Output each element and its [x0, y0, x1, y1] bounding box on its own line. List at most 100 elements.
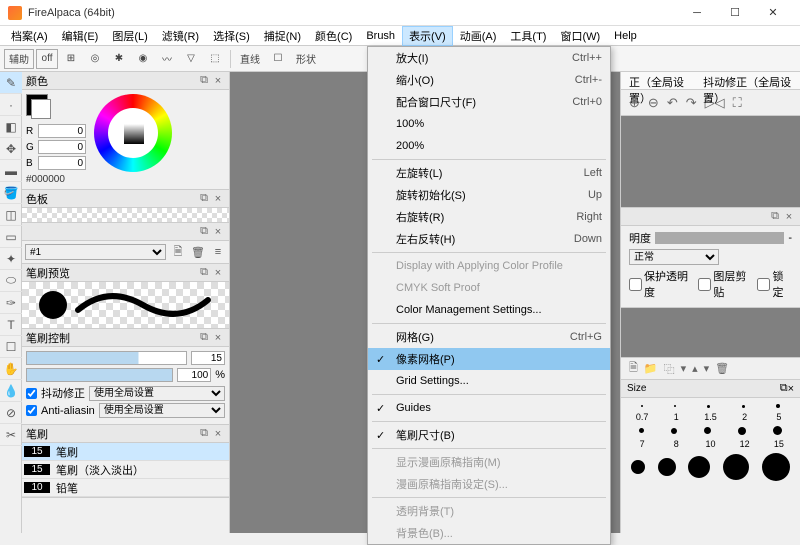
fill-tool-icon[interactable]: ▬	[0, 160, 22, 182]
menu-tool[interactable]: 工具(T)	[503, 26, 553, 46]
size-dot[interactable]	[707, 405, 710, 408]
zoom-in-icon[interactable]: ⊕	[629, 95, 640, 111]
minimize-button[interactable]: ─	[678, 0, 716, 26]
menu-item[interactable]: ✓Guides	[368, 397, 610, 419]
rotate-left-icon[interactable]: ↶	[667, 95, 678, 111]
menu-edit[interactable]: 编辑(E)	[55, 26, 106, 46]
menu-item[interactable]: ✓像素网格(P)	[368, 348, 610, 370]
move-tool-icon[interactable]: ✥	[0, 138, 22, 160]
opacity-slider[interactable]	[26, 368, 173, 382]
panel-close-icon[interactable]: ×	[782, 211, 796, 223]
tb-curve-icon[interactable]: 〰	[156, 49, 178, 69]
menu-anim[interactable]: 动画(A)	[453, 26, 504, 46]
nav-select[interactable]: #1	[25, 244, 166, 260]
panel-close-icon[interactable]: ×	[211, 332, 225, 344]
size-dot[interactable]	[688, 456, 710, 478]
new-layer-icon[interactable]: 🗎	[629, 359, 638, 378]
menu-layer[interactable]: 图层(L)	[105, 26, 154, 46]
lock-check[interactable]	[757, 278, 770, 291]
menu-filter[interactable]: 滤镜(R)	[155, 26, 206, 46]
palette-area[interactable]	[22, 208, 229, 222]
menu-file[interactable]: 档案(A)	[4, 26, 55, 46]
fit-icon[interactable]: ⛶	[733, 95, 742, 111]
down-icon[interactable]: ▾	[704, 362, 710, 375]
size-dot[interactable]	[723, 454, 749, 480]
maximize-button[interactable]: ☐	[716, 0, 754, 26]
select-lasso-tool-icon[interactable]: ⬭	[0, 270, 22, 292]
select-rect-tool-icon[interactable]: ▭	[0, 226, 22, 248]
add-icon[interactable]: 🗎	[170, 244, 186, 260]
aa-select[interactable]: 使用全局设置	[99, 403, 225, 418]
r-input[interactable]	[38, 124, 86, 138]
menu-item[interactable]: Grid Settings...	[368, 370, 610, 392]
delete-layer-icon[interactable]: 🗑	[715, 362, 729, 375]
menu-item[interactable]: 左右反转(H)Down	[368, 228, 610, 250]
blend-select[interactable]: 正常	[629, 249, 719, 265]
zoom-out-icon[interactable]: ⊖	[648, 95, 659, 111]
flip-icon[interactable]: ▷◁	[705, 95, 725, 111]
panel-close-icon[interactable]: ×	[211, 193, 225, 205]
rotate-right-icon[interactable]: ↷	[686, 95, 697, 111]
panel-close-icon[interactable]: ×	[788, 383, 794, 395]
size-dot[interactable]	[641, 405, 643, 407]
close-button[interactable]: ✕	[754, 0, 792, 26]
menu-item[interactable]: 200%	[368, 135, 610, 157]
menu-help[interactable]: Help	[607, 28, 644, 44]
menu-item[interactable]: 放大(I)Ctrl++	[368, 47, 610, 69]
menu-item[interactable]: 缩小(O)Ctrl+-	[368, 69, 610, 91]
panel-undock-icon[interactable]: ⧉	[197, 192, 211, 205]
jitter-check[interactable]	[26, 388, 37, 399]
menu-brush[interactable]: Brush	[359, 28, 402, 44]
menu-item[interactable]: 右旋转(R)Right	[368, 206, 610, 228]
up-icon[interactable]: ▴	[692, 362, 698, 375]
panel-close-icon[interactable]: ×	[211, 75, 225, 87]
jitter-select[interactable]: 使用全局设置	[89, 386, 225, 401]
tb-radial-icon[interactable]: ✱	[108, 49, 130, 69]
tb-assist[interactable]: 辅助	[4, 49, 34, 69]
tb-3d-icon[interactable]: ⬚	[204, 49, 226, 69]
b-input[interactable]	[38, 156, 86, 170]
tb-shape[interactable]: 形状	[291, 49, 321, 69]
panel-undock-icon[interactable]: ⧉	[197, 225, 211, 238]
size-slider[interactable]	[26, 351, 187, 365]
opacity-input[interactable]	[177, 368, 211, 382]
tb-grid-icon[interactable]: ⊞	[60, 49, 82, 69]
menu-window[interactable]: 窗口(W)	[553, 26, 607, 46]
select-pen-tool-icon[interactable]: ✑	[0, 292, 22, 314]
protect-alpha-check[interactable]	[629, 278, 642, 291]
menu-item[interactable]: 网格(G)Ctrl+G	[368, 326, 610, 348]
menu-item[interactable]: 100%	[368, 113, 610, 135]
menu-view[interactable]: 表示(V)	[402, 26, 453, 46]
merge-icon[interactable]: ▾	[681, 362, 687, 375]
tb-circle-icon[interactable]: ◎	[84, 49, 106, 69]
panel-undock-icon[interactable]: ⧉	[197, 427, 211, 440]
menu-item[interactable]: 旋转初始化(S)Up	[368, 184, 610, 206]
select-wand-tool-icon[interactable]: ✦	[0, 248, 22, 270]
tb-vanish-icon[interactable]: ▽	[180, 49, 202, 69]
panel-undock-icon[interactable]: ⧉	[780, 382, 788, 395]
menu-item[interactable]: 左旋转(L)Left	[368, 162, 610, 184]
duplicate-icon[interactable]: ⿻	[664, 361, 675, 377]
divide-tool-icon[interactable]: ⊘	[0, 402, 22, 424]
size-dot[interactable]	[762, 453, 790, 481]
delete-icon[interactable]: 🗑	[190, 244, 206, 260]
text-tool-icon[interactable]: T	[0, 314, 22, 336]
hand-tool-icon[interactable]: ✋	[0, 358, 22, 380]
new-folder-icon[interactable]: 📁	[644, 362, 658, 375]
panel-undock-icon[interactable]: ⧉	[197, 266, 211, 279]
size-dot[interactable]	[776, 404, 780, 408]
size-input[interactable]	[191, 351, 225, 365]
size-dot[interactable]	[704, 427, 711, 434]
menu-snap[interactable]: 捕捉(N)	[257, 26, 308, 46]
eyedrop-tool-icon[interactable]: 💧	[0, 380, 22, 402]
tb-spiral-icon[interactable]: ◉	[132, 49, 154, 69]
crop-tool-icon[interactable]: ✂	[0, 424, 22, 446]
navigator-view[interactable]	[621, 116, 800, 208]
brush-item[interactable]: 15笔刷	[22, 443, 229, 461]
size-dot[interactable]	[658, 458, 676, 476]
size-dot[interactable]	[639, 428, 644, 433]
panel-close-icon[interactable]: ×	[211, 267, 225, 279]
panel-undock-icon[interactable]: ⧉	[197, 74, 211, 87]
g-input[interactable]	[38, 140, 86, 154]
gradient-tool-icon[interactable]: ◫	[0, 204, 22, 226]
